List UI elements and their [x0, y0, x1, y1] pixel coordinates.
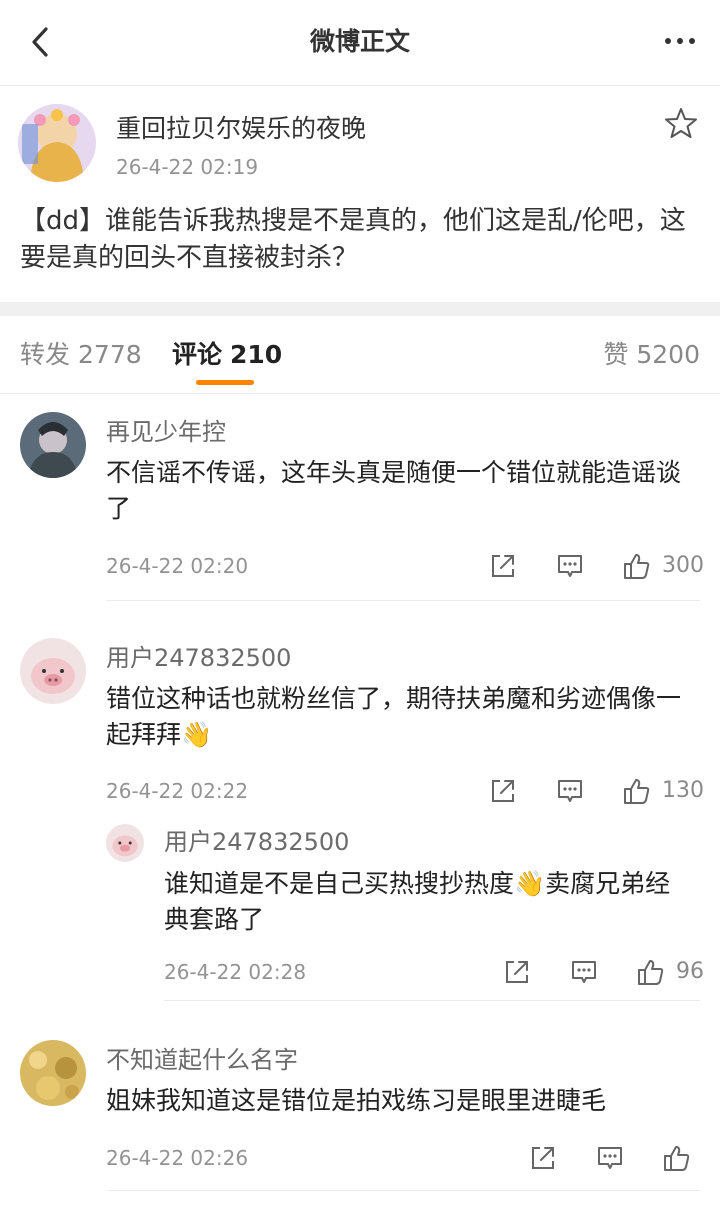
post-content: 【dd】谁能告诉我热搜是不是真的，他们这是乱/伦吧，这要是真的回头不直接被封杀？	[20, 206, 686, 273]
active-tab-indicator	[196, 380, 254, 385]
thumbs-up-icon[interactable]	[636, 957, 666, 987]
comment-item: 不知道起什么名字 姐妹我知道这是错位是拍戏练习是眼里进睫毛 26-4-22 02…	[0, 1022, 720, 1212]
thumbs-up-icon[interactable]	[622, 776, 652, 806]
like-count: 130	[662, 778, 704, 803]
share-icon[interactable]	[528, 1143, 558, 1173]
interaction-tabs: 转发 2778 评论 210 赞 5200	[0, 316, 720, 394]
comment-text: 错位这种话也就粉丝信了，期待扶弟魔和劣迹偶像一起拜拜👋	[106, 681, 690, 753]
reply-timestamp: 26-4-22 02:28	[164, 960, 307, 984]
comment-icon[interactable]	[555, 776, 585, 806]
star-icon[interactable]	[664, 106, 698, 140]
tab-repost-label: 转发	[20, 340, 71, 369]
comment-separator	[106, 600, 700, 601]
commenter-name[interactable]: 再见少年控	[106, 416, 226, 448]
tab-repost-count: 2778	[78, 340, 142, 369]
reply-text-part: 谁知道是不是自己买热搜抄热度	[164, 869, 515, 898]
commenter-avatar[interactable]	[20, 638, 86, 704]
replier-avatar[interactable]	[106, 824, 144, 862]
share-icon[interactable]	[488, 776, 518, 806]
commenter-avatar[interactable]	[20, 412, 86, 478]
tab-like[interactable]: 赞 5200	[603, 338, 700, 372]
commenter-name[interactable]: 用户247832500	[106, 642, 291, 674]
comment-icon[interactable]	[569, 957, 599, 987]
like-count: 96	[676, 959, 704, 984]
comment-separator	[164, 1000, 700, 1001]
thumbs-up-icon[interactable]	[622, 551, 652, 581]
section-divider	[0, 302, 720, 316]
comment-timestamp: 26-4-22 02:22	[106, 779, 249, 803]
share-icon[interactable]	[502, 957, 532, 987]
tab-like-count: 5200	[636, 340, 700, 369]
more-dots-icon[interactable]	[660, 26, 700, 56]
author-avatar[interactable]	[18, 104, 96, 182]
waving-hand-emoji: 👋	[514, 869, 546, 898]
comment-separator	[106, 1190, 700, 1191]
original-post: 重回拉贝尔娱乐的夜晚 26-4-22 02:19 【dd】谁能告诉我热搜是不是真…	[0, 86, 720, 302]
tab-repost[interactable]: 转发 2778	[20, 338, 142, 372]
comment-timestamp: 26-4-22 02:26	[106, 1146, 249, 1170]
comment-item: 用户247832500 错位这种话也就粉丝信了，期待扶弟魔和劣迹偶像一起拜拜👋 …	[0, 620, 720, 1001]
reply-item: 用户247832500 谁知道是不是自己买热搜抄热度👋卖腐兄弟经典套路了 26-…	[0, 820, 720, 1001]
comment-text: 姐妹我知道这是错位是拍戏练习是眼里进睫毛	[106, 1086, 607, 1115]
commenter-avatar[interactable]	[20, 1040, 86, 1106]
share-icon[interactable]	[488, 551, 518, 581]
like-count: 300	[662, 553, 704, 578]
commenter-name[interactable]: 不知道起什么名字	[106, 1044, 298, 1076]
thumbs-up-icon[interactable]	[662, 1143, 692, 1173]
tab-comment-count: 210	[230, 340, 283, 369]
comment-icon[interactable]	[555, 551, 585, 581]
post-timestamp: 26-4-22 02:19	[116, 155, 259, 179]
author-name[interactable]: 重回拉贝尔娱乐的夜晚	[116, 112, 366, 146]
comment-text: 不信谣不传谣，这年头真是随便一个错位就能造谣谈了	[106, 458, 682, 523]
top-nav-bar: 微博正文	[0, 0, 720, 86]
tab-comment-label: 评论	[172, 340, 223, 369]
waving-hand-emoji: 👋	[181, 720, 213, 749]
comment-item: 再见少年控 不信谣不传谣，这年头真是随便一个错位就能造谣谈了 26-4-22 0…	[0, 394, 720, 602]
comment-timestamp: 26-4-22 02:20	[106, 554, 249, 578]
tab-like-label: 赞	[603, 340, 629, 369]
reply-text: 谁知道是不是自己买热搜抄热度👋卖腐兄弟经典套路了	[164, 866, 690, 938]
comment-icon[interactable]	[595, 1143, 625, 1173]
replier-name[interactable]: 用户247832500	[164, 826, 349, 858]
page-title: 微博正文	[309, 27, 410, 56]
